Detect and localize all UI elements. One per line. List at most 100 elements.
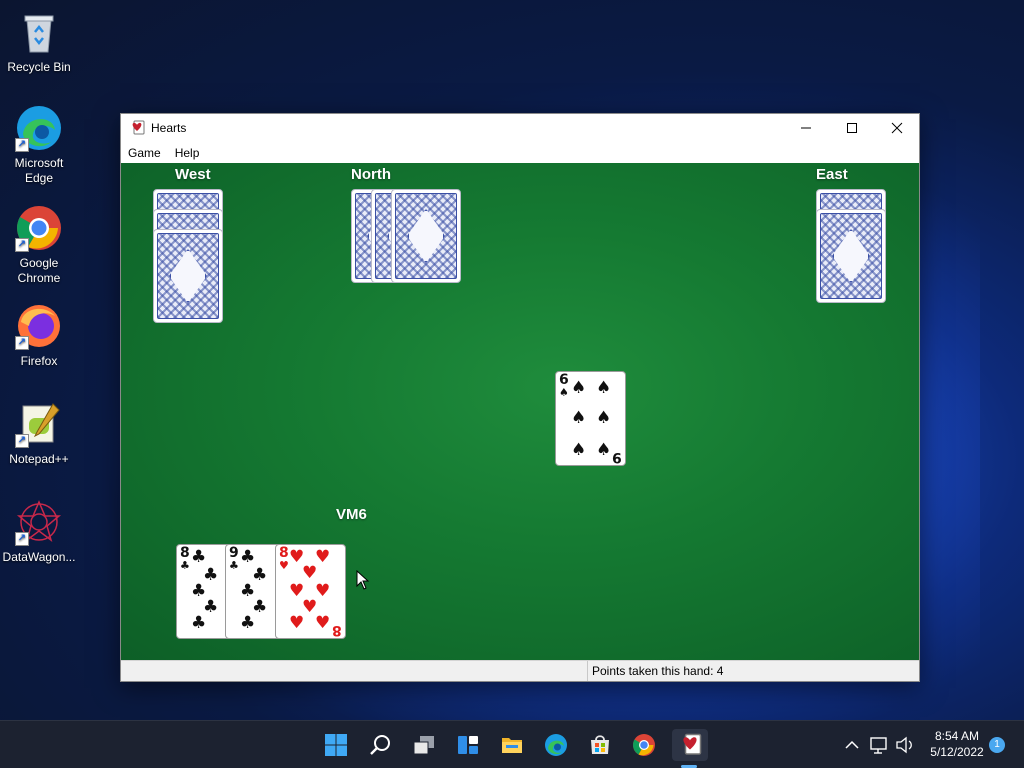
volume-icon [896,736,912,754]
hearts-taskbar-button[interactable] [672,729,708,761]
heart-pip-icon: ♥ [315,581,331,601]
edge-taskbar-button[interactable] [540,729,572,761]
tray-overflow-button[interactable] [842,721,862,768]
desktop-icon-notepadpp[interactable]: ↗ Notepad++ [1,400,77,467]
maximize-button[interactable] [829,114,875,142]
start-button[interactable] [320,729,352,761]
spade-pip-icon: ♠ [596,408,612,428]
player-name-east: East [816,166,848,183]
desktop-icon-chrome[interactable]: ↗ Google Chrome [1,204,77,286]
player-name-north: North [351,166,391,183]
datawagon-icon: ↗ [15,498,63,546]
menu-game[interactable]: Game [128,146,161,160]
menu-help[interactable]: Help [175,146,200,160]
desktop-icon-recycle-bin[interactable]: Recycle Bin [1,8,77,75]
chrome-icon: ↗ [15,204,63,252]
taskbar: 8:54 AM 5/12/2022 1 [0,720,1024,768]
desktop-icon-firefox[interactable]: ↗ Firefox [1,302,77,369]
minimize-icon [801,127,811,129]
game-table: West North East VM6 6 ♠ ♠ ♠ ♠ ♠ ♠ ♠ 9 8 [121,163,919,660]
spade-pip-icon: ♠ [596,378,612,398]
shortcut-arrow-icon: ↗ [15,532,29,546]
heart-pip-icon: ♥ [315,547,331,567]
network-button[interactable] [868,721,890,768]
clock[interactable]: 8:54 AM 5/12/2022 [922,721,992,768]
club-pip-icon: ♣ [240,613,256,633]
file-explorer-button[interactable] [496,729,528,761]
notepadpp-icon: ↗ [15,400,63,448]
hearts-icon [683,733,702,755]
points-status: Points taken this hand: 4 [587,661,723,681]
card-rank-bottom: 9 [612,449,622,465]
recycle-bin-icon [15,8,63,56]
close-icon [891,122,903,134]
spade-pip-icon: ♠ [596,440,612,460]
shortcut-arrow-icon: ↗ [15,434,29,448]
search-button[interactable] [364,729,396,761]
card-rank: 8 [180,545,190,561]
search-icon [370,735,390,755]
club-pip-icon: ♣ [191,547,207,567]
desktop-icon-label: Recycle Bin [7,60,71,74]
store-icon [591,735,609,754]
trick-card-six-of-spades: 6 ♠ ♠ ♠ ♠ ♠ ♠ ♠ 9 [555,371,626,466]
chevron-up-icon [845,740,859,749]
menu-bar: Game Help [121,142,919,163]
shortcut-arrow-icon: ↗ [15,138,29,152]
clock-time: 8:54 AM [934,729,980,743]
task-view-button[interactable] [408,729,440,761]
minimize-button[interactable] [783,114,829,142]
heart-pip-icon: ♥ [289,613,305,633]
heart-pip-icon: ♥ [315,613,331,633]
desktop-icon-label: Firefox [20,354,58,368]
desktop-icon-datawagon[interactable]: ↗ DataWagon... [1,498,77,565]
card-rank: 9 [229,545,239,561]
chrome-taskbar-button[interactable] [628,729,660,761]
store-button[interactable] [584,729,616,761]
heart-pip-icon: ♥ [302,563,318,583]
player-name-south: VM6 [336,506,367,523]
firefox-icon: ↗ [15,302,63,350]
status-bar: Points taken this hand: 4 [121,660,919,681]
heart-suit-icon: ♥ [279,559,289,572]
club-suit-icon: ♣ [229,559,239,572]
window-title: Hearts [151,121,187,135]
hearts-app-icon [132,120,145,135]
volume-button[interactable] [894,721,916,768]
edge-icon [545,734,567,756]
card-rank-bottom: 8 [332,622,342,638]
card-suit-icon: ♠ [559,386,569,399]
mouse-cursor-icon [356,570,370,590]
windows-start-icon [325,734,347,756]
north-card [391,189,461,283]
shortcut-arrow-icon: ↗ [15,238,29,252]
desktop-icon-label: Google Chrome [17,256,61,285]
clock-date: 5/12/2022 [930,745,984,759]
shortcut-arrow-icon: ↗ [15,336,29,350]
title-bar[interactable]: Hearts [121,114,919,142]
spade-pip-icon: ♠ [571,408,587,428]
chrome-icon [633,734,655,756]
spade-pip-icon: ♠ [571,440,587,460]
notification-badge[interactable]: 1 [989,737,1005,753]
network-icon [870,737,887,754]
desktop-icon-label: Notepad++ [9,452,69,466]
club-suit-icon: ♣ [180,559,190,572]
card-rank: 6 [559,372,569,388]
widgets-icon [458,736,478,754]
club-pip-icon: ♣ [191,613,207,633]
player-name-west: West [175,166,211,183]
file-explorer-icon [502,738,522,753]
club-pip-icon: ♣ [240,547,256,567]
hearts-window: Hearts Game Help West North East VM6 6 ♠… [120,113,920,682]
widgets-button[interactable] [452,729,484,761]
maximize-icon [847,123,857,133]
desktop-icon-edge[interactable]: ↗ Microsoft Edge [1,104,77,186]
task-view-icon [413,736,434,755]
spade-pip-icon: ♠ [571,378,587,398]
west-card [153,229,223,323]
desktop-icon-label: DataWagon... [2,550,76,564]
hand-card-8-hearts[interactable]: 8 ♥ ♥ ♥ ♥ ♥ ♥ ♥ ♥ ♥ 8 [275,544,346,639]
close-button[interactable] [874,114,920,142]
edge-icon: ↗ [15,104,63,152]
